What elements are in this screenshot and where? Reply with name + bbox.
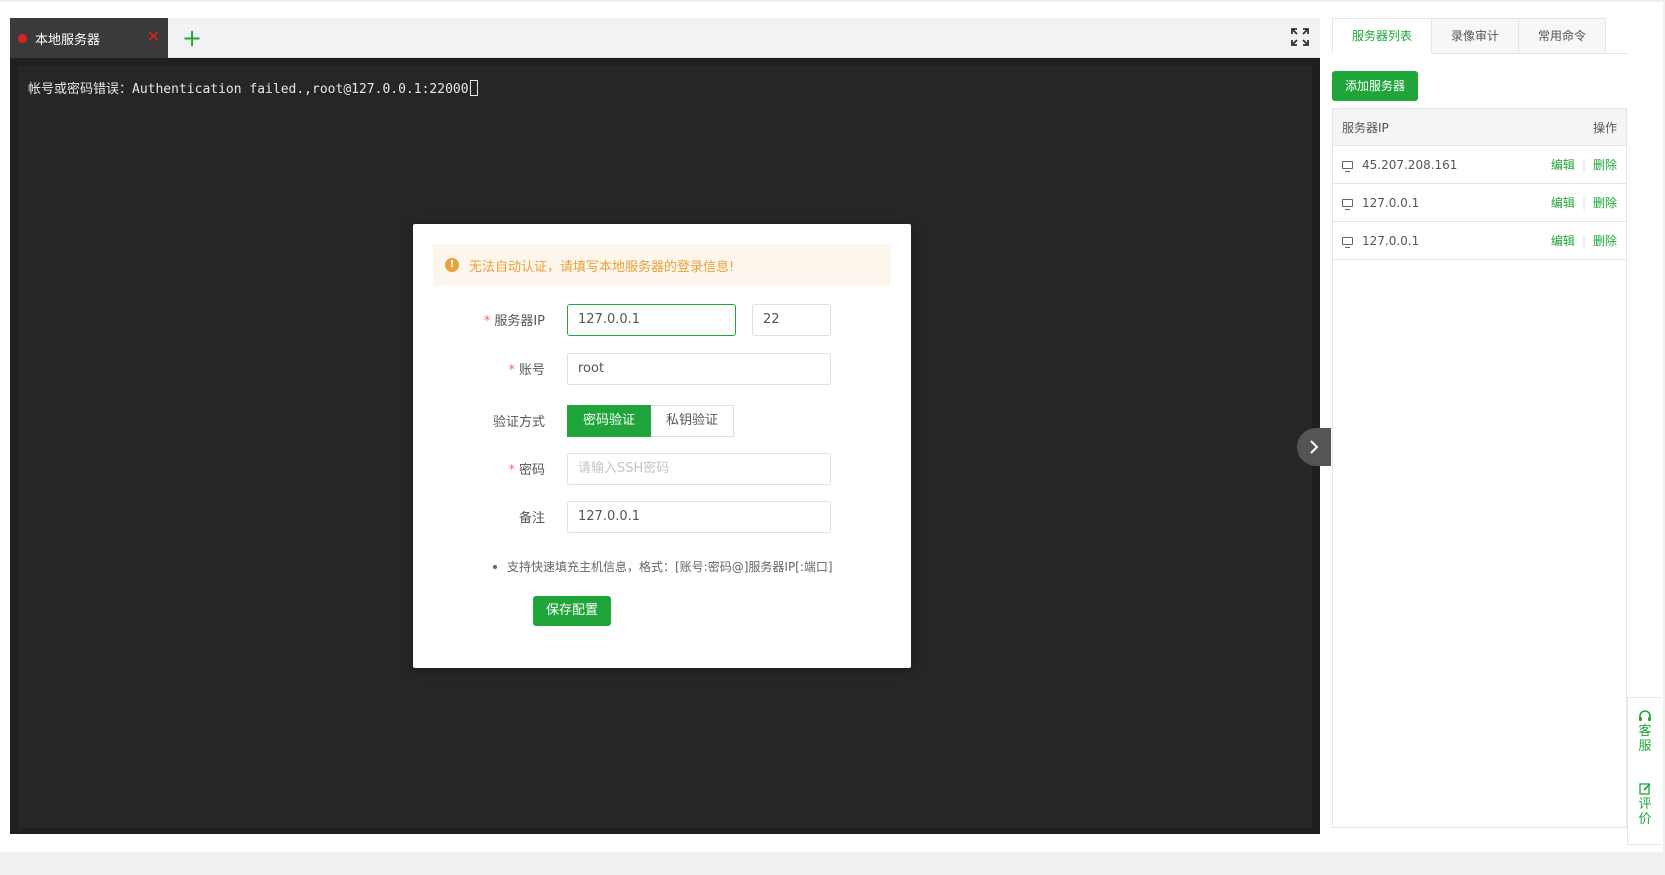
edit-link[interactable]: 编辑	[1551, 232, 1575, 249]
panel-toggle-button[interactable]	[1297, 428, 1331, 466]
required-mark: *	[508, 463, 515, 478]
bullet-dot	[493, 564, 497, 569]
tab-recording-audit[interactable]: 录像审计	[1432, 18, 1520, 54]
password-input[interactable]: 请输入SSH密码	[567, 453, 831, 485]
table-row[interactable]: 127.0.0.1 编辑 | 删除	[1333, 184, 1626, 222]
password-label: * 密码	[425, 459, 545, 478]
action-separator: |	[1581, 157, 1586, 172]
port-input[interactable]: 22	[752, 304, 831, 336]
review-char-1: 评	[1638, 797, 1652, 812]
required-mark: *	[483, 314, 491, 329]
col-header-actions: 操作	[1592, 120, 1617, 135]
ip-label-text: 服务器IP	[494, 314, 545, 329]
service-char-2: 服	[1638, 739, 1652, 754]
action-separator: |	[1581, 233, 1586, 248]
note-label: 备注	[518, 511, 545, 526]
close-icon[interactable]: ✕	[147, 27, 160, 47]
ip-label: * 服务器IP	[425, 310, 545, 329]
server-ip: 45.207.208.161	[1362, 157, 1458, 172]
floating-service-bar: 客 服 评 价	[1627, 697, 1661, 845]
edit-link[interactable]: 编辑	[1551, 194, 1575, 211]
auth-method-label: 验证方式	[492, 415, 545, 430]
customer-service-button[interactable]: 客 服	[1628, 710, 1662, 754]
account-label: * 账号	[425, 359, 545, 378]
red-dot-icon	[18, 33, 27, 43]
delete-link[interactable]: 删除	[1593, 232, 1617, 249]
auth-method-switch: 密码验证 私钥验证	[567, 405, 735, 437]
action-separator: |	[1581, 195, 1586, 210]
terminal-text: 帐号或密码错误：Authentication failed.,root@127.…	[28, 82, 469, 97]
terminal-output-line: 帐号或密码错误：Authentication failed.,root@127.…	[28, 78, 478, 97]
auth-warning-alert: ! 无法自动认证，请填写本地服务器的登录信息!	[433, 244, 891, 286]
table-row[interactable]: 45.207.208.161 编辑 | 删除	[1333, 146, 1626, 184]
note-input[interactable]: 127.0.0.1	[567, 501, 831, 533]
login-info-dialog: ! 无法自动认证，请填写本地服务器的登录信息! * 服务器IP 127.0.0.1…	[413, 224, 911, 668]
required-mark: *	[508, 363, 515, 378]
review-button[interactable]: 评 价	[1628, 782, 1662, 827]
delete-link[interactable]: 删除	[1593, 194, 1617, 211]
edit-icon	[1638, 783, 1651, 795]
delete-link[interactable]: 删除	[1593, 156, 1617, 173]
save-config-button[interactable]: 保存配置	[533, 596, 612, 626]
monitor-icon	[1342, 198, 1353, 210]
service-char-1: 客	[1638, 724, 1652, 739]
tab-label: 本地服务器	[35, 32, 101, 48]
review-char-2: 价	[1638, 812, 1652, 827]
side-panel-tabs: 服务器列表 录像审计 常用命令	[1332, 18, 1628, 54]
server-ip-input[interactable]: 127.0.0.1	[567, 304, 736, 336]
monitor-icon	[1342, 236, 1353, 248]
terminal-cursor	[469, 80, 478, 96]
monitor-icon	[1342, 160, 1353, 172]
tab-local-server[interactable]: 本地服务器 ✕	[10, 18, 168, 58]
chevron-right-icon	[1310, 440, 1319, 454]
password-label-text: 密码	[518, 463, 545, 478]
warning-icon: !	[445, 258, 459, 272]
password-auth-button[interactable]: 密码验证	[567, 405, 652, 437]
fullscreen-icon[interactable]	[1290, 27, 1310, 47]
add-server-button[interactable]: 添加服务器	[1332, 71, 1419, 101]
edit-link[interactable]: 编辑	[1551, 156, 1575, 173]
plus-icon[interactable]: +	[176, 22, 208, 54]
col-header-ip: 服务器IP	[1342, 120, 1389, 135]
alert-text: 无法自动认证，请填写本地服务器的登录信息!	[469, 259, 735, 275]
tab-common-commands[interactable]: 常用命令	[1519, 18, 1607, 54]
key-auth-button[interactable]: 私钥验证	[651, 405, 735, 437]
account-input[interactable]: root	[567, 353, 831, 385]
server-ip: 127.0.0.1	[1362, 233, 1420, 248]
server-ip: 127.0.0.1	[1362, 195, 1420, 210]
table-header: 服务器IP 操作	[1333, 109, 1626, 146]
table-row[interactable]: 127.0.0.1 编辑 | 删除	[1333, 222, 1626, 260]
headset-icon	[1639, 710, 1651, 721]
account-label-text: 账号	[518, 363, 545, 378]
hint-text: 支持快速填充主机信息，格式：[账号:密码@]服务器IP[:端口]	[507, 560, 833, 574]
server-side-panel: 服务器列表 录像审计 常用命令 添加服务器 服务器IP 操作 45.207.20…	[1332, 18, 1628, 828]
server-table: 服务器IP 操作 45.207.208.161 编辑 | 删除 127.0.0.…	[1332, 108, 1627, 828]
quick-fill-hint: 支持快速填充主机信息，格式：[账号:密码@]服务器IP[:端口]	[493, 558, 833, 575]
tab-server-list[interactable]: 服务器列表	[1332, 18, 1433, 54]
terminal-tabbar: 本地服务器 ✕ +	[10, 18, 1320, 58]
